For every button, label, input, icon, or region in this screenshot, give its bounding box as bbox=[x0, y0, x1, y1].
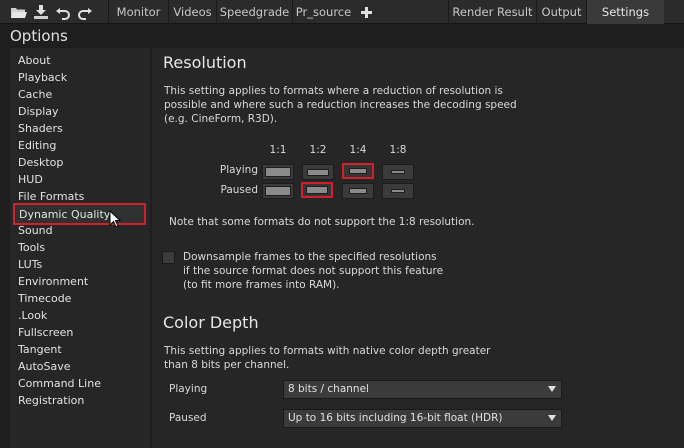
sidebar-item-cache[interactable]: Cache bbox=[18, 86, 52, 103]
paused-res-1-1[interactable] bbox=[262, 183, 294, 199]
plus-icon bbox=[360, 6, 372, 18]
downsample-label: Downsample frames to the specified resol… bbox=[183, 251, 444, 291]
color-depth-description: This setting applies to formats with nat… bbox=[164, 345, 491, 371]
toolbar-icons bbox=[0, 0, 108, 24]
color-depth-playing-select[interactable]: 8 bits / channel bbox=[283, 380, 562, 399]
options-sidebar: About Playback Cache Display Shaders Edi… bbox=[10, 48, 150, 448]
tab-render-result[interactable]: Render Result bbox=[448, 0, 536, 24]
sidebar-item-autosave[interactable]: AutoSave bbox=[18, 358, 71, 375]
top-toolbar: Monitor Videos Speedgrade Pr_source Rend… bbox=[0, 0, 684, 24]
paused-res-1-2[interactable] bbox=[301, 182, 333, 198]
sidebar-item-timecode[interactable]: Timecode bbox=[18, 290, 71, 307]
tab-output[interactable]: Output bbox=[536, 0, 586, 24]
sidebar-item-shaders[interactable]: Shaders bbox=[18, 120, 63, 137]
sidebar-item-display[interactable]: Display bbox=[18, 103, 59, 120]
tab-monitor[interactable]: Monitor bbox=[108, 0, 168, 24]
playing-res-1-4[interactable] bbox=[342, 163, 374, 179]
sidebar-item-editing[interactable]: Editing bbox=[18, 137, 56, 154]
options-title: Options bbox=[10, 27, 68, 45]
downsample-checkbox[interactable] bbox=[162, 251, 175, 264]
undo-icon[interactable] bbox=[54, 3, 72, 21]
column-header-1-4: 1:4 bbox=[349, 144, 367, 156]
color-depth-title: Color Depth bbox=[163, 313, 259, 332]
column-header-1-2: 1:2 bbox=[309, 144, 327, 156]
sidebar-item-command-line[interactable]: Command Line bbox=[18, 375, 101, 392]
tab-pr-source[interactable]: Pr_source bbox=[292, 0, 354, 24]
sidebar-item-tangent[interactable]: Tangent bbox=[18, 341, 62, 358]
redo-icon[interactable] bbox=[76, 3, 94, 21]
paused-res-1-4[interactable] bbox=[342, 183, 374, 199]
resolution-note: Note that some formats do not support th… bbox=[169, 216, 475, 228]
mouse-cursor-icon bbox=[109, 210, 121, 228]
column-header-1-1: 1:1 bbox=[269, 144, 287, 156]
color-depth-paused-select[interactable]: Up to 16 bits including 16-bit float (HD… bbox=[283, 409, 562, 428]
sidebar-item-registration[interactable]: Registration bbox=[18, 392, 84, 409]
sidebar-item-hud[interactable]: HUD bbox=[18, 171, 43, 188]
sidebar-item-sound[interactable]: Sound bbox=[18, 222, 53, 239]
sidebar-item-luts[interactable]: LUTs bbox=[18, 256, 42, 273]
chevron-down-icon bbox=[548, 386, 556, 392]
tab-speedgrade[interactable]: Speedgrade bbox=[216, 0, 292, 24]
sidebar-item-look[interactable]: .Look bbox=[18, 307, 47, 324]
tab-settings[interactable]: Settings bbox=[586, 0, 664, 24]
sidebar-item-environment[interactable]: Environment bbox=[18, 273, 88, 290]
row-label-paused: Paused bbox=[220, 184, 258, 196]
playing-res-1-1[interactable] bbox=[262, 164, 294, 180]
paused-res-1-8[interactable] bbox=[382, 183, 414, 199]
row-label-playing: Playing bbox=[219, 164, 258, 176]
color-depth-playing-label: Playing bbox=[169, 383, 208, 395]
playing-res-1-8[interactable] bbox=[382, 164, 414, 180]
tab-videos[interactable]: Videos bbox=[168, 0, 216, 24]
download-icon[interactable] bbox=[32, 3, 50, 21]
color-depth-paused-value: Up to 16 bits including 16-bit float (HD… bbox=[288, 412, 503, 424]
sidebar-item-about[interactable]: About bbox=[18, 52, 51, 69]
folder-open-icon[interactable] bbox=[10, 3, 28, 21]
sidebar-item-tools[interactable]: Tools bbox=[18, 239, 45, 256]
sidebar-item-fullscreen[interactable]: Fullscreen bbox=[18, 324, 73, 341]
sidebar-item-desktop[interactable]: Desktop bbox=[18, 154, 63, 171]
chevron-down-icon bbox=[548, 415, 556, 421]
resolution-title: Resolution bbox=[163, 53, 247, 72]
add-tab-button[interactable] bbox=[356, 0, 376, 24]
color-depth-paused-label: Paused bbox=[169, 412, 207, 424]
column-header-1-8: 1:8 bbox=[389, 144, 407, 156]
playing-res-1-2[interactable] bbox=[302, 164, 334, 180]
color-depth-playing-value: 8 bits / channel bbox=[288, 383, 369, 395]
sidebar-item-playback[interactable]: Playback bbox=[18, 69, 67, 86]
resolution-description: This setting applies to formats where a … bbox=[164, 85, 517, 125]
